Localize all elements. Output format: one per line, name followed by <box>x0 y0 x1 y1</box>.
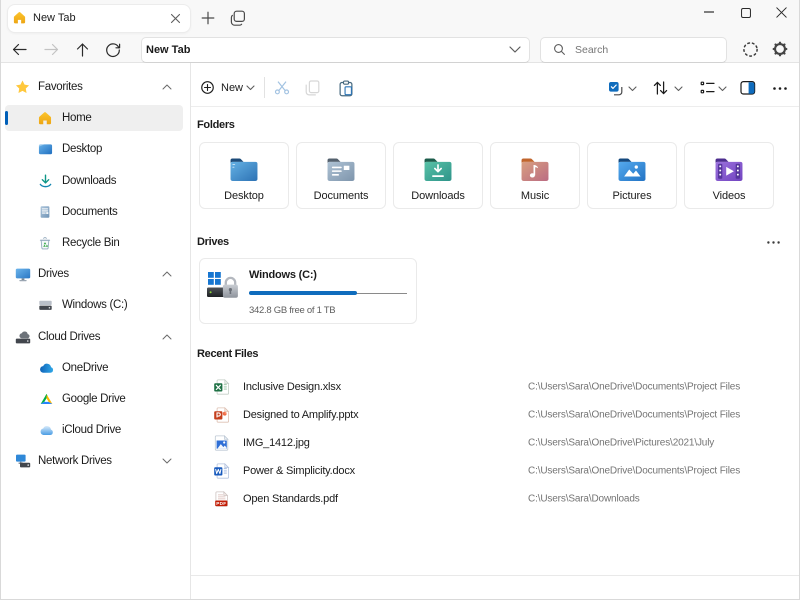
svg-text:PDF: PDF <box>216 501 226 506</box>
